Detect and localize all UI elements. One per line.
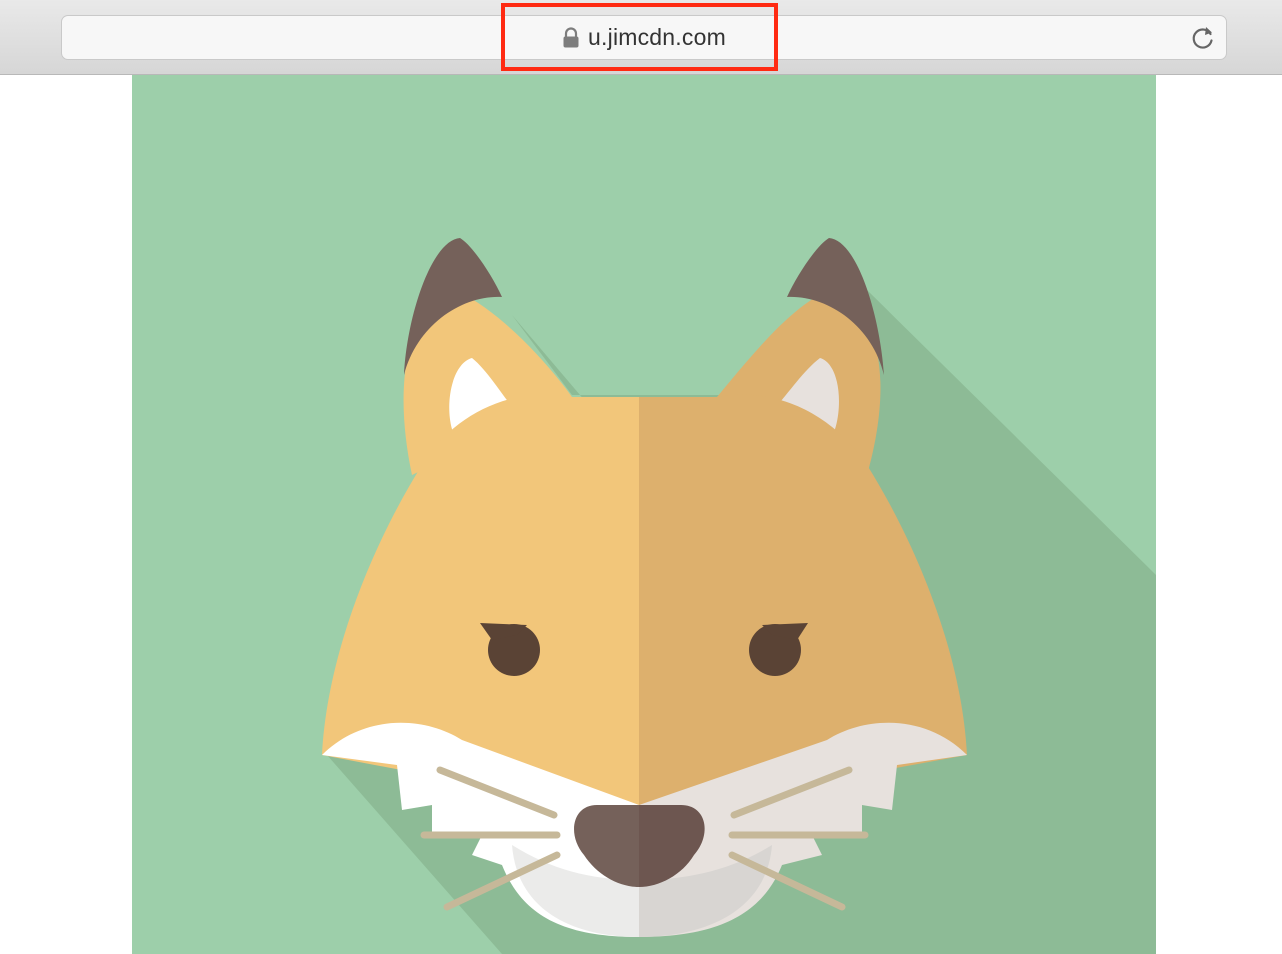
page-content (0, 75, 1282, 954)
reload-icon[interactable] (1190, 25, 1216, 51)
fox-illustration (132, 75, 1156, 954)
url-highlight-box (501, 3, 778, 71)
browser-toolbar: u.jimcdn.com (0, 0, 1282, 75)
